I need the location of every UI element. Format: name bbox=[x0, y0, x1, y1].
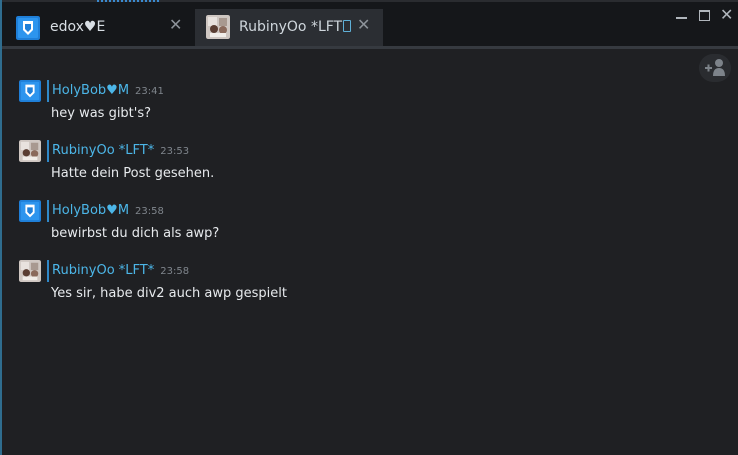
message-text: Yes sir, habe div2 auch awp gespielt bbox=[51, 286, 287, 301]
holybob-avatar bbox=[19, 80, 41, 102]
message-time: 23:58 bbox=[160, 266, 190, 277]
message-text: Hatte dein Post gesehen. bbox=[51, 166, 215, 181]
message-time: 23:53 bbox=[160, 146, 190, 157]
message-separator bbox=[47, 260, 49, 282]
chat-window: edox♥E ✕ RubinyOo *LFT ✕ ✕ HolyBob♥M 23:… bbox=[0, 0, 738, 455]
message-author[interactable]: HolyBob♥M 23:58 bbox=[52, 203, 164, 218]
rubinyoo-avatar bbox=[206, 15, 230, 39]
message-separator bbox=[47, 140, 49, 162]
tab-rubinyoo-label: RubinyOo *LFT bbox=[239, 19, 352, 35]
message-text: bewirbst du dich als awp? bbox=[51, 226, 220, 241]
message-author[interactable]: HolyBob♥M 23:41 bbox=[52, 83, 164, 98]
tab-edox[interactable]: edox♥E ✕ bbox=[6, 9, 190, 46]
window-close-button[interactable]: ✕ bbox=[720, 7, 733, 23]
minimize-button[interactable] bbox=[676, 8, 687, 22]
rubinyoo-avatar bbox=[19, 140, 41, 162]
tab-bar: edox♥E ✕ RubinyOo *LFT ✕ ✕ bbox=[2, 2, 738, 49]
tab-edox-close-icon[interactable]: ✕ bbox=[169, 17, 182, 33]
message-author[interactable]: RubinyOo *LFT* 23:58 bbox=[52, 263, 189, 278]
tab-rubinyoo-close-icon[interactable]: ✕ bbox=[357, 17, 370, 33]
message-separator bbox=[47, 200, 49, 222]
add-friend-icon[interactable] bbox=[699, 54, 731, 82]
holybob-avatar bbox=[16, 16, 40, 40]
mobile-device-icon bbox=[343, 20, 352, 32]
message-time: 23:58 bbox=[135, 206, 164, 217]
maximize-button[interactable] bbox=[699, 8, 710, 22]
message-text: hey was gibt's? bbox=[51, 106, 152, 121]
rubinyoo-avatar bbox=[19, 260, 41, 282]
holybob-avatar bbox=[19, 200, 41, 222]
chat-area: HolyBob♥M 23:41 hey was gibt's? RubinyOo … bbox=[4, 49, 738, 455]
tab-rubinyoo[interactable]: RubinyOo *LFT ✕ bbox=[195, 9, 383, 46]
tab-edox-label: edox♥E bbox=[50, 19, 106, 35]
minimize-icon bbox=[676, 17, 687, 19]
message-time: 23:41 bbox=[135, 86, 164, 97]
message-separator bbox=[47, 80, 49, 102]
maximize-icon bbox=[699, 10, 710, 21]
message-author[interactable]: RubinyOo *LFT* 23:53 bbox=[52, 143, 189, 158]
